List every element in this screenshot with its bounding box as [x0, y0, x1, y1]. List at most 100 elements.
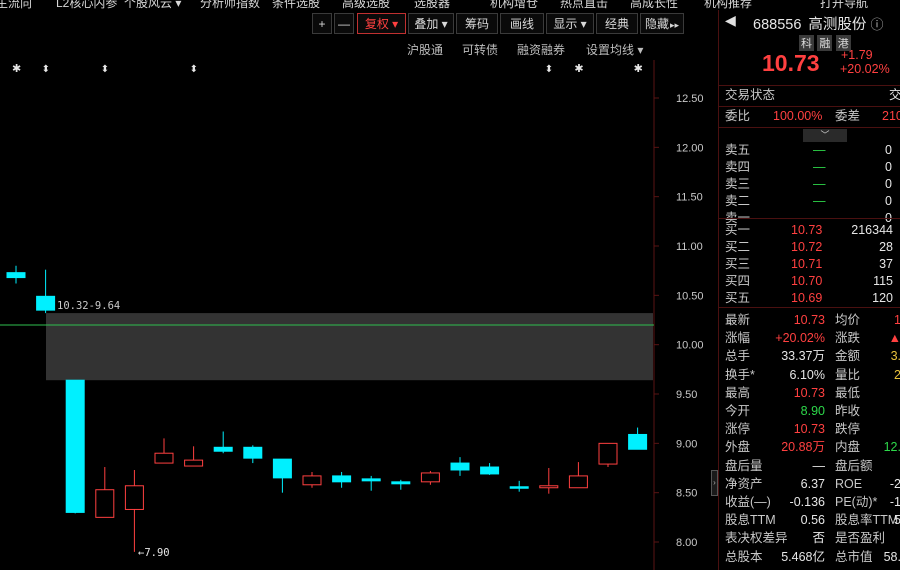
candle-body: [154, 452, 174, 464]
hk-connect-link[interactable]: 沪股通: [407, 41, 443, 58]
quote-panel: ◀ 688556 高测股份 ⓘ 科 融 港 10.73 +1.79 +20.02…: [718, 10, 900, 570]
star-marker-icon: ✱: [12, 63, 21, 75]
top-menu-item[interactable]: 机构增仓: [490, 0, 538, 10]
star-marker-icon: ✱: [634, 63, 643, 75]
stat-label: 股息TTM: [725, 513, 776, 528]
candle-body: [598, 442, 618, 465]
bid-level-row[interactable]: 买五 10.69 120: [725, 290, 900, 307]
tag-star-market: 科: [799, 35, 814, 51]
stat-value: 10.73: [793, 313, 825, 327]
ask-level-label: 卖二: [725, 194, 751, 208]
candle-body: [361, 478, 381, 482]
top-menu-item[interactable]: 机构推荐: [704, 0, 752, 10]
ask-level-price: —: [813, 177, 826, 191]
chips-button[interactable]: 筹码: [456, 13, 498, 34]
convertible-bond-link[interactable]: 可转债: [462, 41, 498, 58]
ask-level-row[interactable]: 卖五 — 0: [725, 142, 900, 159]
candle-body: [184, 459, 204, 467]
top-menu-item[interactable]: 选股器: [414, 0, 450, 10]
classic-button[interactable]: 经典: [596, 13, 638, 34]
draw-line-button[interactable]: 画线: [500, 13, 544, 34]
top-menu-item[interactable]: 条件选股: [272, 0, 320, 10]
bid-level-row[interactable]: 买三 10.71 37: [725, 256, 900, 273]
hide-button[interactable]: 隐藏▸▸: [640, 13, 684, 34]
stat-value: 5.468亿: [781, 549, 825, 564]
quote-stat-row: 净资产 6.37 ROE -2: [725, 476, 900, 493]
bid-level-price: 10.72: [791, 240, 823, 254]
candle-body: [302, 475, 322, 486]
top-menu-item[interactable]: 打开导航: [820, 0, 868, 10]
bid-level-row[interactable]: 买四 10.70 115: [725, 273, 900, 290]
overlay-button[interactable]: 叠加 ▾: [408, 13, 454, 34]
bid-level-row[interactable]: 买二 10.72 28: [725, 239, 900, 256]
top-menu-item[interactable]: 高成长性: [630, 0, 678, 10]
candle-body: [36, 295, 56, 311]
stat-label: 净资产: [725, 476, 763, 491]
order-diff-value: 210: [882, 109, 900, 123]
stat-label: 量比: [835, 367, 861, 382]
candle-body: [420, 472, 440, 483]
quote-stat-row: 换手* 6.10% 量比 2: [725, 367, 900, 384]
divider: [719, 127, 900, 128]
zoom-in-button[interactable]: +: [312, 13, 332, 34]
y-tick-label: 11.50: [676, 192, 703, 204]
stat-label: 涨停: [725, 422, 751, 437]
y-tick-label: 12.00: [676, 142, 704, 154]
bid-level-row[interactable]: 买一 10.73 216344: [725, 222, 900, 239]
adjust-rights-button[interactable]: 复权 ▾: [357, 13, 406, 34]
panel-collapse-handle[interactable]: ›: [711, 470, 718, 496]
divider: [719, 218, 900, 219]
tag-margin: 融: [817, 35, 833, 51]
ask-level-row[interactable]: 卖二 — 0: [725, 193, 900, 210]
arrow-marker-icon: ⬍: [190, 64, 198, 75]
stat-label: 表决权差异: [725, 531, 788, 546]
top-menu-item[interactable]: 热点直击: [560, 0, 608, 10]
stat-value: 2: [894, 367, 900, 382]
zoom-out-button[interactable]: —: [334, 13, 354, 34]
candle-body: [450, 462, 470, 471]
margin-trading-link[interactable]: 融资融券: [517, 41, 565, 58]
top-menu-item[interactable]: 分析师指数: [200, 0, 260, 10]
bid-level-volume: 115: [873, 274, 893, 288]
info-icon[interactable]: ⓘ: [870, 17, 883, 32]
stat-value: -2: [889, 476, 900, 491]
ask-level-price: —: [813, 194, 826, 208]
hide-button-label: 隐藏: [645, 17, 670, 31]
quote-stat-row: 收益(—) -0.136 PE(动)* -1: [725, 494, 900, 511]
stat-label: 收益(—): [725, 495, 771, 509]
top-menu-item[interactable]: 个股风云 ▾: [124, 0, 181, 10]
divider: [719, 106, 900, 107]
collapse-asks-button[interactable]: ﹀: [803, 129, 847, 142]
quote-stat-row: 最新 10.73 均价 1: [725, 312, 900, 329]
trade-status-label: 交易状态: [725, 88, 776, 102]
back-arrow-icon[interactable]: ◀: [725, 12, 736, 29]
bid-level-price: 10.73: [791, 223, 823, 237]
order-diff-label: 委差: [835, 109, 861, 123]
display-button[interactable]: 显示 ▾: [546, 13, 594, 34]
stat-label: ROE: [835, 476, 863, 491]
stat-label: 金额: [835, 349, 861, 364]
stat-value: 6.37: [800, 476, 825, 491]
ask-level-volume: 0: [885, 143, 892, 157]
kline-chart[interactable]: 12.50 12.00 11.50 11.00 10.50 10.00 9.50 9.00 8.…: [0, 60, 712, 570]
top-menu-item[interactable]: 高级选股: [342, 0, 390, 10]
stat-value: ▲: [888, 331, 900, 346]
quote-stat-row: 外盘 20.88万 内盘 12.: [725, 439, 900, 456]
order-ratio-row: 委比 100.00% 委差 210: [725, 108, 900, 125]
candle-body: [124, 485, 144, 510]
ask-level-volume: 0: [885, 160, 892, 174]
candle-body: [243, 446, 263, 459]
ask-level-row[interactable]: 卖四 — 0: [725, 159, 900, 176]
divider: [719, 85, 900, 86]
set-ma-link[interactable]: 设置均线 ▾: [586, 41, 643, 58]
arrow-marker-icon: ⬍: [545, 64, 553, 75]
ask-level-volume: 0: [885, 194, 892, 208]
top-menu-item[interactable]: 主流向: [0, 0, 32, 10]
stat-value: 10.73: [793, 385, 825, 400]
stat-value: —: [812, 458, 826, 473]
ask-level-row[interactable]: 卖三 — 0: [725, 176, 900, 193]
bid-level-price: 10.70: [791, 274, 823, 288]
divider: [719, 307, 900, 308]
top-menu-item[interactable]: L2核心内参: [56, 0, 117, 10]
trade-status-value: 交: [889, 88, 900, 102]
